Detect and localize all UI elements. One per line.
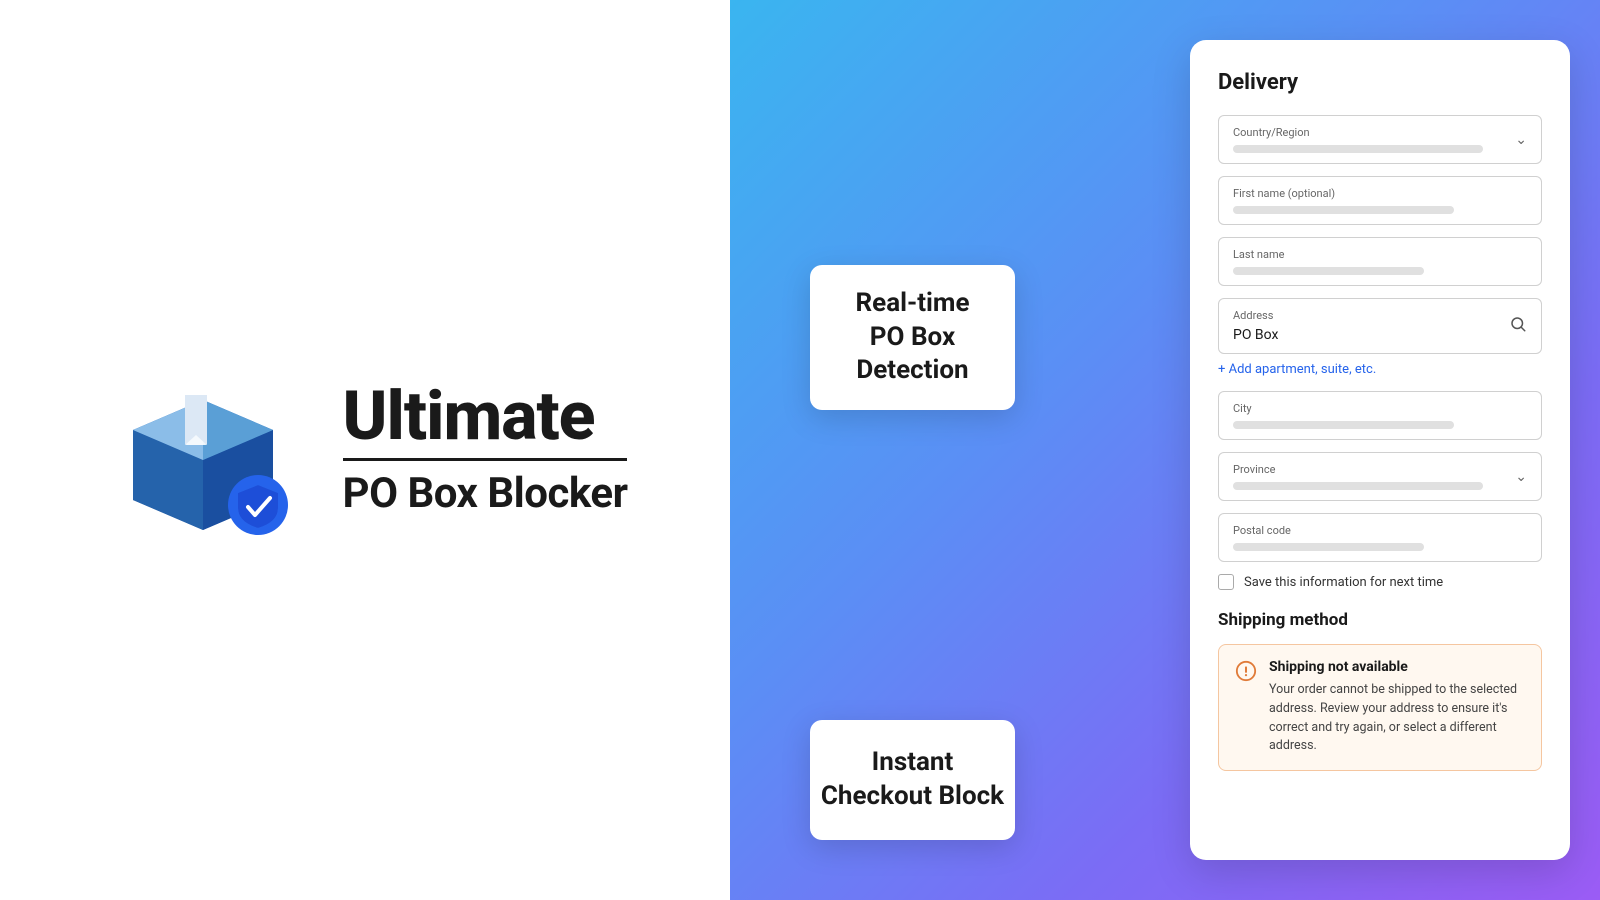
realtime-line1: Real-time <box>856 287 970 321</box>
address-label: Address <box>1233 309 1527 322</box>
realtime-line2: PO Box <box>856 321 970 355</box>
first-name-label: First name (optional) <box>1233 187 1527 200</box>
left-panel: Ultimate PO Box Blocker <box>0 0 730 900</box>
last-name-bar <box>1233 267 1424 275</box>
postal-label: Postal code <box>1233 524 1527 537</box>
brand-subtitle: PO Box Blocker <box>343 469 628 518</box>
add-apartment-link[interactable]: + Add apartment, suite, etc. <box>1218 362 1542 377</box>
save-label: Save this information for next time <box>1244 575 1443 590</box>
province-label: Province <box>1233 463 1527 476</box>
save-checkbox[interactable] <box>1218 574 1234 590</box>
brand-container: Ultimate PO Box Blocker <box>103 350 628 550</box>
shipping-unavailable-box: Shipping not available Your order cannot… <box>1218 644 1542 771</box>
logo-area <box>103 350 303 550</box>
shipping-unavailable-text: Your order cannot be shipped to the sele… <box>1269 681 1525 756</box>
postal-code-field[interactable]: Postal code <box>1218 513 1542 562</box>
brand-divider <box>343 458 628 461</box>
city-field[interactable]: City <box>1218 391 1542 440</box>
last-name-label: Last name <box>1233 248 1527 261</box>
province-field[interactable]: Province ⌄ <box>1218 452 1542 501</box>
country-label: Country/Region <box>1233 126 1527 139</box>
last-name-field[interactable]: Last name <box>1218 237 1542 286</box>
shipping-unavailable-content: Shipping not available Your order cannot… <box>1269 659 1525 756</box>
chevron-down-icon: ⌄ <box>1515 469 1527 485</box>
instant-line1: Instant <box>821 746 1004 780</box>
save-info-row[interactable]: Save this information for next time <box>1218 574 1542 590</box>
city-bar <box>1233 421 1454 429</box>
brand-title: Ultimate <box>343 382 628 450</box>
address-field[interactable]: Address PO Box <box>1218 298 1542 354</box>
first-name-field[interactable]: First name (optional) <box>1218 176 1542 225</box>
shipping-method-title: Shipping method <box>1218 610 1542 630</box>
country-bar <box>1233 145 1483 153</box>
first-name-bar <box>1233 206 1454 214</box>
delivery-title: Delivery <box>1218 70 1542 95</box>
search-icon <box>1509 315 1527 337</box>
shipping-unavailable-title: Shipping not available <box>1269 659 1525 675</box>
warning-icon <box>1235 660 1257 682</box>
postal-bar <box>1233 543 1424 551</box>
instant-checkout-card: Instant Checkout Block <box>810 720 1015 840</box>
address-value: PO Box <box>1233 327 1278 343</box>
city-label: City <box>1233 402 1527 415</box>
instant-line2: Checkout Block <box>821 780 1004 814</box>
right-panel: Real-time PO Box Detection Instant Check… <box>730 0 1600 900</box>
brand-text: Ultimate PO Box Blocker <box>343 382 628 518</box>
realtime-line3: Detection <box>856 354 970 388</box>
province-bar <box>1233 482 1483 490</box>
realtime-detection-card: Real-time PO Box Detection <box>810 265 1015 410</box>
country-field[interactable]: Country/Region ⌄ <box>1218 115 1542 164</box>
delivery-form-panel: Delivery Country/Region ⌄ First name (op… <box>1190 40 1570 860</box>
chevron-down-icon: ⌄ <box>1515 132 1527 148</box>
